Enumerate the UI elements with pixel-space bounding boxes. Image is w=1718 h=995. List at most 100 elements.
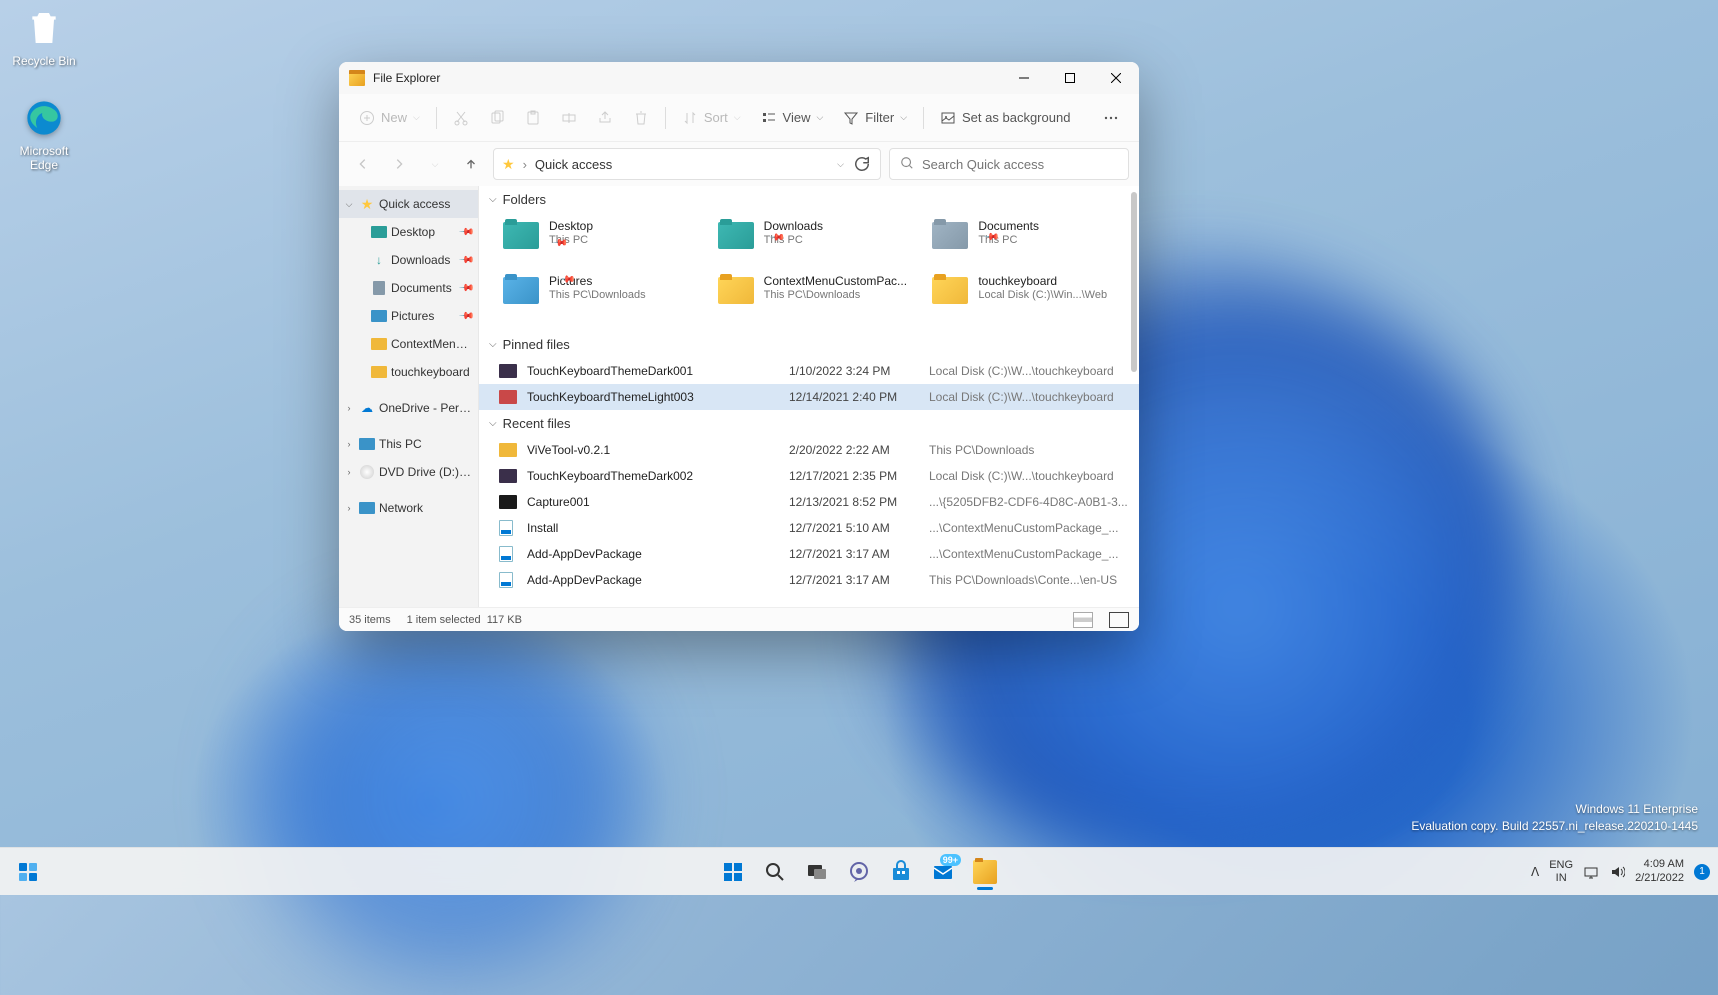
more-button[interactable]: [1095, 102, 1127, 134]
recent-files-header[interactable]: ⌵Recent files: [479, 410, 1139, 437]
search-button[interactable]: [755, 852, 795, 892]
paste-button[interactable]: [517, 102, 549, 134]
toolbar: New⌵ Sort⌵ View⌵ Filter⌵ Set as backgrou…: [339, 94, 1139, 142]
desktop-icon-recycle-bin[interactable]: Recycle Bin: [6, 6, 82, 68]
file-explorer-taskbar-button[interactable]: [965, 852, 1005, 892]
sort-button[interactable]: Sort⌵: [674, 102, 749, 134]
sidebar-item-touchkeyboard[interactable]: touchkeyboard: [339, 358, 478, 386]
folder-location: This PC\Downloads: [764, 289, 907, 301]
sidebar-item-label: Quick access: [379, 197, 472, 211]
recent-locations-button[interactable]: ⌵: [421, 150, 449, 178]
folder-icon: [973, 860, 997, 884]
folder-tile[interactable]: touchkeyboardLocal Disk (C:)\Win...\Web: [928, 270, 1133, 319]
pin-icon: 📌: [457, 280, 474, 297]
sidebar-item-downloads[interactable]: ↓Downloads📌: [339, 246, 478, 274]
file-date: 2/20/2022 2:22 AM: [789, 443, 929, 457]
up-button[interactable]: [457, 150, 485, 178]
minimize-button[interactable]: [1001, 62, 1047, 94]
cut-button[interactable]: [445, 102, 477, 134]
chat-button[interactable]: [839, 852, 879, 892]
rename-button[interactable]: [553, 102, 585, 134]
folder-name: Downloads: [764, 219, 823, 233]
folder-tile[interactable]: DesktopThis PC📌: [499, 215, 704, 264]
details-view-button[interactable]: [1073, 612, 1093, 628]
breadcrumb[interactable]: Quick access: [535, 157, 612, 172]
sidebar-item-documents[interactable]: Documents📌: [339, 274, 478, 302]
file-path: This PC\Downloads\Conte...\en-US: [929, 573, 1129, 587]
back-button[interactable]: [349, 150, 377, 178]
content-area: ⌵Folders DesktopThis PC📌DownloadsThis PC…: [479, 186, 1139, 607]
titlebar[interactable]: File Explorer: [339, 62, 1139, 94]
search-box[interactable]: [889, 148, 1129, 180]
rename-icon: [561, 110, 577, 126]
clock[interactable]: 4:09 AM2/21/2022: [1635, 858, 1684, 884]
volume-icon[interactable]: [1609, 864, 1625, 880]
file-name: ViVeTool-v0.2.1: [527, 443, 789, 457]
set-background-button[interactable]: Set as background: [932, 102, 1078, 134]
widgets-button[interactable]: [8, 852, 48, 892]
close-button[interactable]: [1093, 62, 1139, 94]
new-button[interactable]: New⌵: [351, 102, 428, 134]
sidebar-item-quick-access[interactable]: ⌵★Quick access: [339, 190, 478, 218]
copy-button[interactable]: [481, 102, 513, 134]
folder-icon: [371, 364, 387, 380]
window-title: File Explorer: [373, 71, 440, 85]
file-name: Capture001: [527, 495, 789, 509]
file-row[interactable]: TouchKeyboardThemeLight00312/14/2021 2:4…: [479, 384, 1139, 410]
mail-button[interactable]: 99+: [923, 852, 963, 892]
file-path: ...\ContextMenuCustomPackage_...: [929, 521, 1129, 535]
sidebar-item-dvd-drive-d-ccco[interactable]: ›DVD Drive (D:) CCCO: [339, 458, 478, 486]
folder-tile[interactable]: ContextMenuCustomPac...This PC\Downloads: [714, 270, 919, 319]
file-row[interactable]: Add-AppDevPackage12/7/2021 3:17 AMThis P…: [479, 567, 1139, 593]
address-bar[interactable]: ★ › Quick access ⌵: [493, 148, 881, 180]
view-button[interactable]: View⌵: [753, 102, 832, 134]
folder-tile[interactable]: DownloadsThis PC📌: [714, 215, 919, 264]
taskbar: 99+ ᐱ ENGIN 4:09 AM2/21/2022 1: [0, 847, 1718, 895]
share-button[interactable]: [589, 102, 621, 134]
file-row[interactable]: ViVeTool-v0.2.12/20/2022 2:22 AMThis PC\…: [479, 437, 1139, 463]
file-path: Local Disk (C:)\W...\touchkeyboard: [929, 469, 1129, 483]
network-icon[interactable]: [1583, 864, 1599, 880]
store-button[interactable]: [881, 852, 921, 892]
pin-icon: 📌: [457, 224, 474, 241]
language-indicator[interactable]: ENGIN: [1549, 859, 1573, 883]
file-date: 12/14/2021 2:40 PM: [789, 390, 929, 404]
delete-button[interactable]: [625, 102, 657, 134]
sidebar-item-network[interactable]: ›Network: [339, 494, 478, 522]
file-row[interactable]: Install12/7/2021 5:10 AM...\ContextMenuC…: [479, 515, 1139, 541]
sidebar: ⌵★Quick accessDesktop📌↓Downloads📌Documen…: [339, 186, 479, 607]
notification-badge[interactable]: 1: [1694, 864, 1710, 880]
filter-button[interactable]: Filter⌵: [835, 102, 915, 134]
sidebar-item-pictures[interactable]: Pictures📌: [339, 302, 478, 330]
maximize-button[interactable]: [1047, 62, 1093, 94]
start-button[interactable]: [713, 852, 753, 892]
folder-tile[interactable]: DocumentsThis PC📌: [928, 215, 1133, 264]
pinned-files-header[interactable]: ⌵Pinned files: [479, 331, 1139, 358]
file-row[interactable]: Capture00112/13/2021 8:52 PM...\{5205DFB…: [479, 489, 1139, 515]
file-row[interactable]: TouchKeyboardThemeDark0011/10/2022 3:24 …: [479, 358, 1139, 384]
folders-header[interactable]: ⌵Folders: [479, 186, 1139, 213]
sidebar-item-desktop[interactable]: Desktop📌: [339, 218, 478, 246]
desktop-icon-edge[interactable]: Microsoft Edge: [6, 96, 82, 172]
tray-overflow-button[interactable]: ᐱ: [1531, 865, 1539, 879]
search-input[interactable]: [922, 157, 1118, 172]
file-path: Local Disk (C:)\W...\touchkeyboard: [929, 390, 1129, 404]
thumbnails-view-button[interactable]: [1109, 612, 1129, 628]
plus-circle-icon: [359, 110, 375, 126]
sidebar-item-onedrive-personal[interactable]: ›☁OneDrive - Personal: [339, 394, 478, 422]
refresh-button[interactable]: [852, 154, 872, 174]
sidebar-item-contextmenucust[interactable]: ContextMenuCust: [339, 330, 478, 358]
star-icon: ★: [359, 196, 375, 212]
file-row[interactable]: TouchKeyboardThemeDark00212/17/2021 2:35…: [479, 463, 1139, 489]
chevron-down-icon[interactable]: ⌵: [837, 159, 844, 170]
forward-button[interactable]: [385, 150, 413, 178]
folder-tile[interactable]: PicturesThis PC\Downloads📌: [499, 270, 704, 319]
task-view-button[interactable]: [797, 852, 837, 892]
file-thumb-icon: [499, 495, 527, 509]
folder-icon: [503, 219, 539, 249]
file-row[interactable]: Add-AppDevPackage12/7/2021 3:17 AM...\Co…: [479, 541, 1139, 567]
share-icon: [597, 110, 613, 126]
sidebar-item-this-pc[interactable]: ›This PC: [339, 430, 478, 458]
scrollbar[interactable]: [1131, 192, 1137, 372]
sort-icon: [682, 110, 698, 126]
